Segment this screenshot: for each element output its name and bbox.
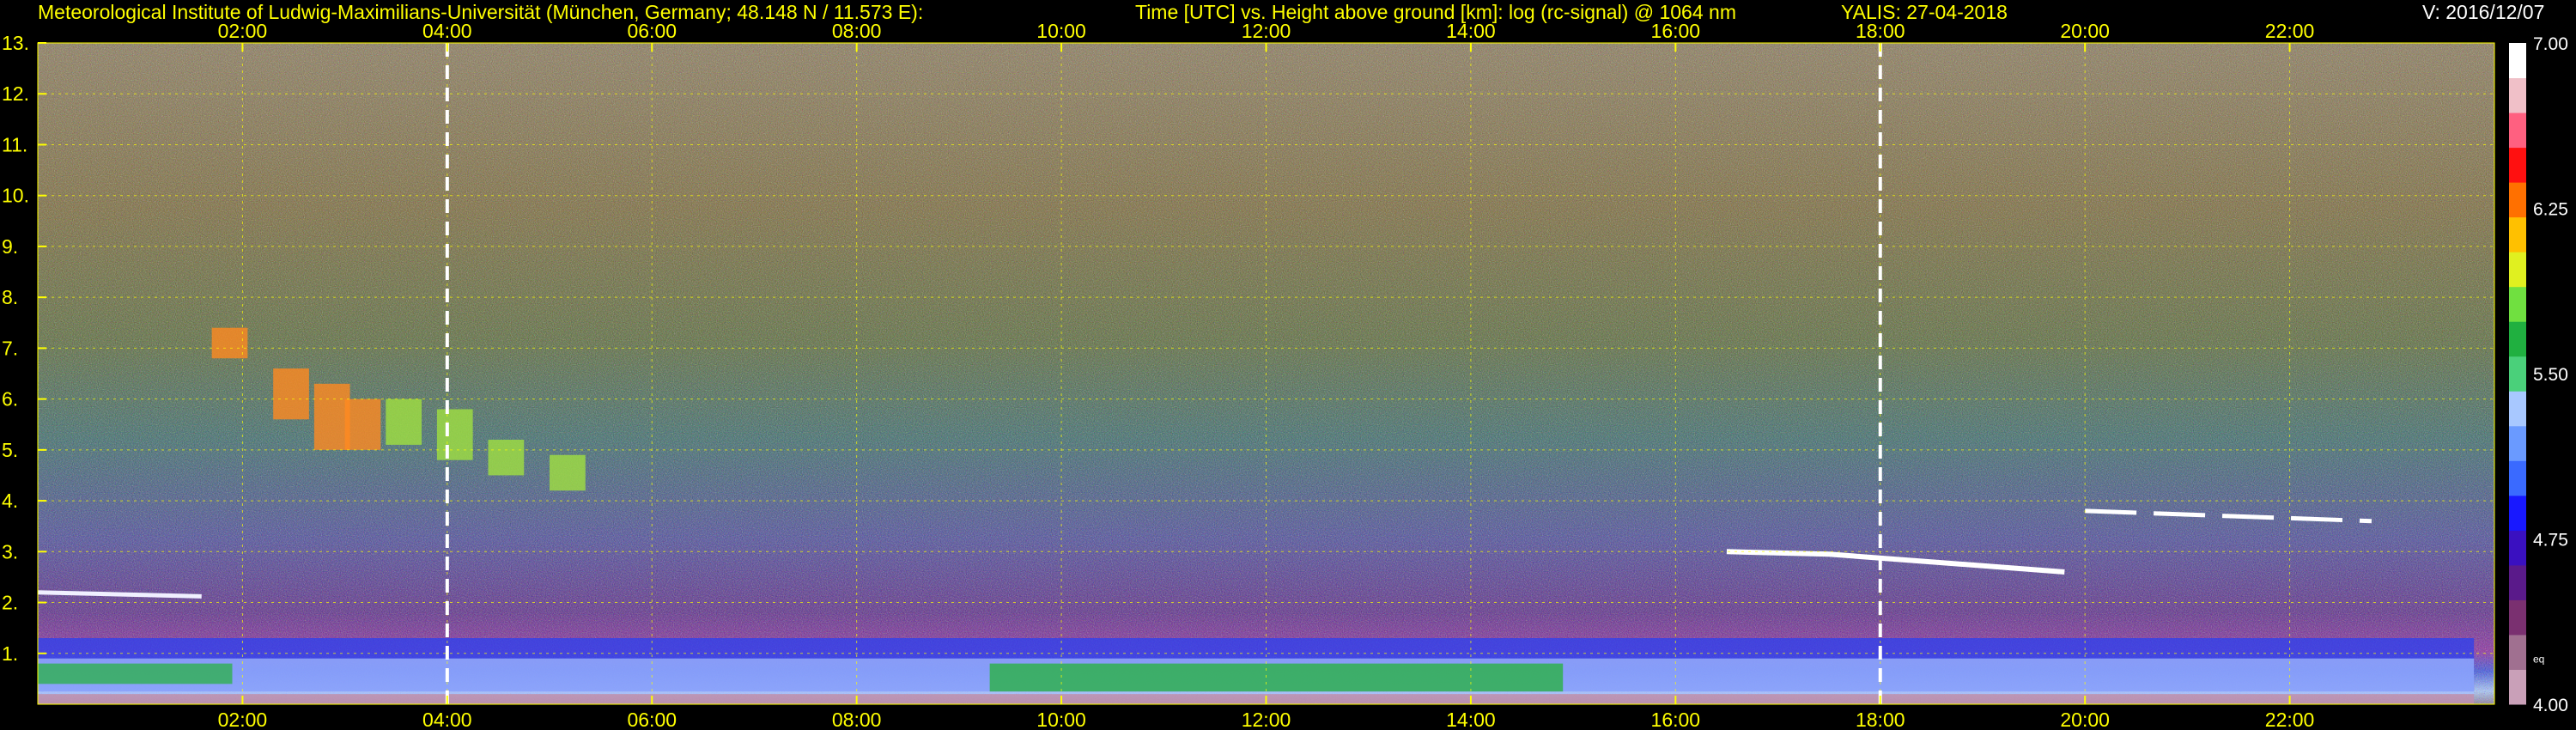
- colorbar-segment: [2509, 321, 2526, 357]
- colorbar-segment: [2509, 669, 2526, 705]
- y-tick-label: 10.: [2, 185, 29, 207]
- colorbar-tick-label: 5.50: [2533, 365, 2568, 385]
- x-tick-label-top: 18:00: [1856, 20, 1905, 42]
- x-tick-label-top: 10:00: [1036, 20, 1086, 42]
- colorbar-segment: [2509, 182, 2526, 218]
- colorbar-segment: [2509, 356, 2526, 392]
- feature-cirrus-streak: [436, 409, 473, 460]
- x-tick-label-top: 02:00: [218, 20, 268, 42]
- colorbar-tick-label: 4.00: [2533, 696, 2568, 715]
- feature-cirrus-streak: [386, 398, 422, 445]
- colorbar-segment: [2509, 252, 2526, 288]
- y-tick-label: 12.: [2, 82, 29, 105]
- colorbar-segment: [2509, 599, 2526, 636]
- colorbar-segment: [2509, 77, 2526, 113]
- x-tick-label-top: 22:00: [2265, 20, 2315, 42]
- y-tick-label: 9.: [2, 235, 18, 258]
- y-tick-label: 3.: [2, 540, 18, 563]
- x-tick-label-bottom: 08:00: [832, 709, 882, 730]
- x-tick-label-bottom: 22:00: [2265, 709, 2315, 730]
- y-tick-label: 5.: [2, 439, 18, 461]
- y-tick-label: 13.: [2, 32, 29, 54]
- x-tick-label-bottom: 12:00: [1242, 709, 1291, 730]
- y-tick-label: 6.: [2, 388, 18, 411]
- x-tick-label-top: 08:00: [832, 20, 882, 42]
- colorbar-segment: [2509, 391, 2526, 427]
- feature-surface-overlap: [38, 694, 2475, 704]
- x-tick-label-bottom: 18:00: [1856, 709, 1905, 730]
- colorbar-segment: [2509, 43, 2526, 79]
- x-tick-label-top: 12:00: [1242, 20, 1291, 42]
- colorbar-segment: [2509, 564, 2526, 600]
- y-tick-label: 1.: [2, 642, 18, 665]
- y-tick-label: 2.: [2, 592, 18, 614]
- x-tick-label-bottom: 04:00: [422, 709, 472, 730]
- feature-cirrus-streak: [344, 398, 381, 450]
- x-tick-label-bottom: 06:00: [627, 709, 677, 730]
- x-tick-label-top: 04:00: [422, 20, 472, 42]
- x-tick-label-bottom: 20:00: [2060, 709, 2110, 730]
- y-tick-label: 4.: [2, 490, 18, 512]
- feature-green-band-midday: [989, 663, 1564, 692]
- feature-cirrus-streak: [550, 454, 586, 491]
- colorbar-tick-label: 7.00: [2533, 34, 2568, 54]
- colorbar-tick-label: 4.75: [2533, 531, 2568, 551]
- feature-cirrus-streak: [488, 440, 525, 476]
- x-tick-label-top: 06:00: [627, 20, 677, 42]
- x-tick-label-bottom: 14:00: [1446, 709, 1496, 730]
- x-tick-label-top: 20:00: [2060, 20, 2110, 42]
- colorbar-tick-label: 6.25: [2533, 200, 2568, 220]
- y-tick-label: 11.: [2, 133, 27, 155]
- colorbar-segment: [2509, 286, 2526, 322]
- feature-green-band-morning: [38, 663, 233, 684]
- colorbar-extra-label: eq: [2533, 654, 2544, 666]
- y-tick-label: 7.: [2, 337, 18, 359]
- x-tick-label-bottom: 10:00: [1036, 709, 1086, 730]
- x-tick-label-bottom: 02:00: [218, 709, 268, 730]
- colorbar-segment: [2509, 460, 2526, 496]
- colorbar-segment: [2509, 113, 2526, 149]
- colorbar-segment: [2509, 216, 2526, 252]
- x-tick-label-top: 14:00: [1446, 20, 1496, 42]
- feature-cirrus-streak: [313, 383, 350, 450]
- colorbar: 4.00 4.75 5.50 6.25 7.00 eq: [2509, 34, 2568, 715]
- y-tick-label: 8.: [2, 286, 18, 308]
- lidar-heatmap-chart: 02:00 02:00 04:00 04:00 06:00 06:00 08:00 08:00…: [2, 20, 2568, 730]
- feature-cirrus-streak: [273, 368, 309, 420]
- colorbar-segment: [2509, 634, 2526, 670]
- colorbar-segment: [2509, 495, 2526, 531]
- colorbar-segment: [2509, 530, 2526, 566]
- x-tick-label-bottom: 16:00: [1651, 709, 1701, 730]
- colorbar-segment: [2509, 425, 2526, 461]
- colorbar-segment: [2509, 147, 2526, 183]
- x-tick-label-top: 16:00: [1651, 20, 1701, 42]
